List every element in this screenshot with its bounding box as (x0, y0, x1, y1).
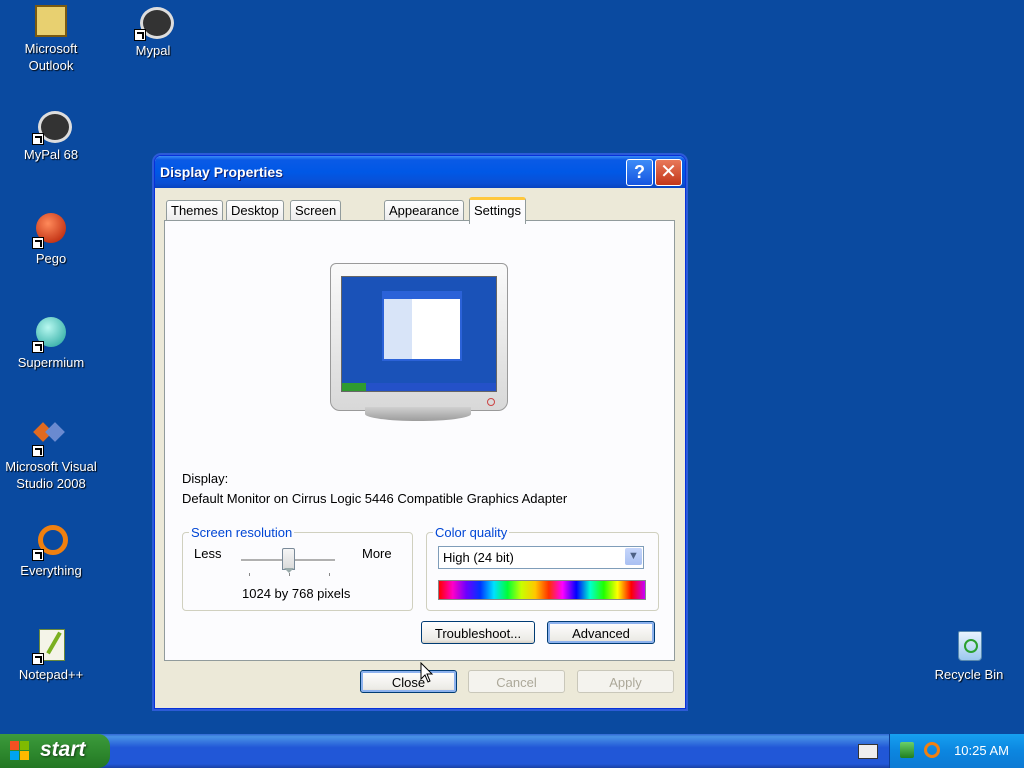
tab-appearance[interactable]: Appearance (384, 200, 465, 221)
screen-preview (341, 276, 497, 392)
settings-panel: Display: Default Monitor on Cirrus Logic… (164, 220, 675, 661)
tab-screen-saver[interactable]: Screen Saver (290, 200, 342, 238)
desktop-icon-label: Studio 2008 (16, 476, 86, 491)
keyboard-icon[interactable] (858, 744, 878, 759)
desktop-icon-mypal68[interactable]: MyPal 68 (1, 109, 101, 163)
display-adapter-value: Default Monitor on Cirrus Logic 5446 Com… (182, 491, 568, 506)
monitor-preview (330, 263, 508, 421)
everything-icon (32, 525, 68, 561)
cancel-button: Cancel (468, 670, 565, 693)
help-button[interactable]: ? (626, 159, 653, 186)
window-title: Display Properties (160, 164, 283, 180)
outlook-icon (35, 5, 67, 37)
desktop-icon-label: Supermium (17, 355, 85, 370)
tab-desktop[interactable]: Desktop (226, 200, 284, 221)
mouse-cursor-icon (420, 662, 434, 683)
desktop-icon-visual-studio[interactable]: Microsoft Visual Studio 2008 (1, 421, 101, 492)
desktop-icon-supermium[interactable]: Supermium (1, 317, 101, 371)
supermium-icon (32, 317, 68, 353)
desktop-icon-mypal[interactable]: Mypal (103, 5, 203, 59)
color-quality-select[interactable]: High (24 bit) ▼ (438, 546, 644, 569)
tab-settings[interactable]: Settings (469, 197, 526, 224)
desktop-icon-recycle-bin[interactable]: Recycle Bin (919, 629, 1019, 683)
help-icon: ? (634, 162, 645, 182)
color-quality-legend: Color quality (433, 525, 510, 540)
close-icon: ✕ (660, 161, 677, 183)
desktop-icon-everything[interactable]: Everything (1, 525, 101, 579)
notepadpp-icon (32, 629, 68, 665)
search-icon[interactable] (924, 742, 940, 758)
clock[interactable]: 10:25 AM (954, 743, 1009, 758)
taskbar: start 10:25 AM (0, 734, 1024, 768)
apply-button: Apply (577, 670, 674, 693)
mypal-icon (134, 5, 174, 41)
desktop-icon-label: Recycle Bin (934, 667, 1004, 682)
desktop-icon-label: MyPal 68 (23, 147, 79, 162)
desktop-icon-label: Microsoft (24, 41, 78, 56)
screen-resolution-group: Screen resolution Less More 1024 by 768 … (182, 525, 413, 611)
desktop-icon-label: Notepad++ (18, 667, 84, 682)
desktop-icon-label: Mypal (135, 43, 171, 58)
resolution-value: 1024 by 768 pixels (242, 586, 351, 601)
system-tray: 10:25 AM (889, 734, 1024, 768)
desktop-icon-pego[interactable]: Pego (1, 213, 101, 267)
desktop-icon-label: Pego (35, 251, 67, 266)
recycle-bin-icon (952, 629, 986, 663)
close-button[interactable]: Close (360, 670, 457, 693)
troubleshoot-button[interactable]: Troubleshoot... (421, 621, 535, 644)
desktop-icon-label: Everything (20, 563, 82, 578)
display-label: Display: (182, 471, 229, 486)
network-icon[interactable] (900, 742, 914, 758)
mypal68-icon (32, 109, 72, 145)
resolution-slider-thumb[interactable] (282, 548, 295, 573)
desktop-icon-label: Outlook (28, 58, 74, 73)
resolution-more-label: More (362, 546, 392, 561)
close-window-button[interactable]: ✕ (655, 159, 682, 186)
color-quality-group: Color quality High (24 bit) ▼ (426, 525, 659, 611)
advanced-button[interactable]: Advanced (547, 621, 655, 644)
resolution-less-label: Less (194, 546, 222, 561)
monitor-icon (330, 263, 508, 411)
chevron-down-icon[interactable]: ▼ (625, 548, 642, 565)
display-properties-window: Display Properties ? ✕ Themes Desktop Sc… (154, 155, 686, 709)
start-button[interactable]: start (0, 734, 110, 768)
screen-resolution-legend: Screen resolution (189, 525, 295, 540)
windows-flag-icon (10, 741, 30, 761)
color-spectrum-bar (438, 580, 646, 600)
title-bar[interactable]: Display Properties ? ✕ (155, 156, 685, 188)
pego-icon (32, 213, 68, 249)
color-quality-value: High (24 bit) (443, 550, 514, 565)
start-label: start (40, 738, 86, 761)
desktop-icon-notepadpp[interactable]: Notepad++ (1, 629, 101, 683)
tab-themes[interactable]: Themes (166, 200, 223, 221)
visual-studio-icon (32, 421, 68, 457)
desktop-icon-outlook[interactable]: Microsoft Outlook (1, 5, 101, 74)
desktop-icon-label: Microsoft Visual (5, 459, 97, 474)
